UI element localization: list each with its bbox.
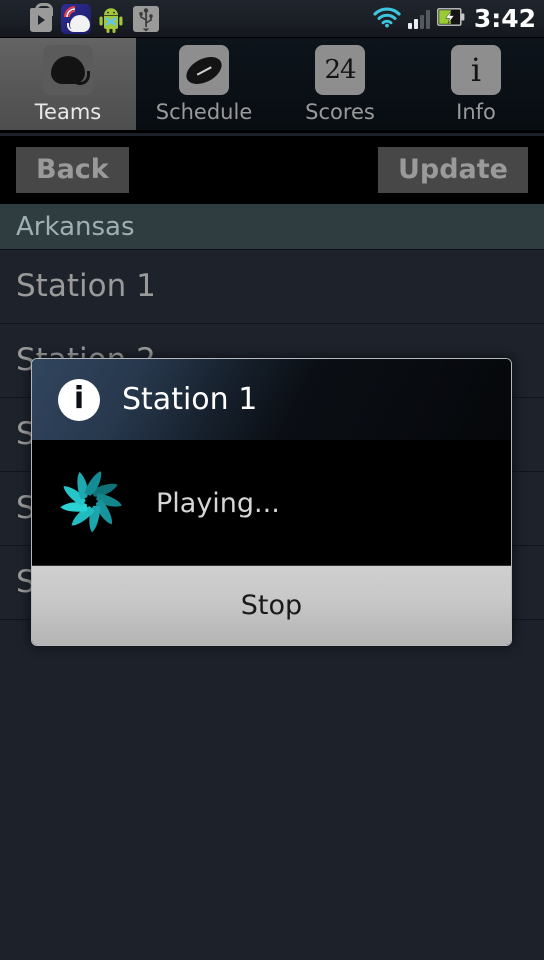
- playing-dialog: i Station 1 Playing... Stop: [31, 358, 512, 646]
- phone-screen: 3:42 Teams Schedule 24 Scores i Info Bac…: [0, 0, 544, 960]
- loading-spinner-icon: [54, 464, 128, 542]
- dialog-scrim: i Station 1 Playing... Stop: [0, 0, 544, 960]
- info-icon: i: [58, 378, 100, 421]
- stop-button[interactable]: Stop: [32, 565, 511, 645]
- dialog-body: Playing...: [32, 441, 511, 565]
- dialog-title: Station 1: [122, 381, 258, 417]
- dialog-header: i Station 1: [32, 359, 511, 441]
- dialog-message: Playing...: [156, 487, 280, 519]
